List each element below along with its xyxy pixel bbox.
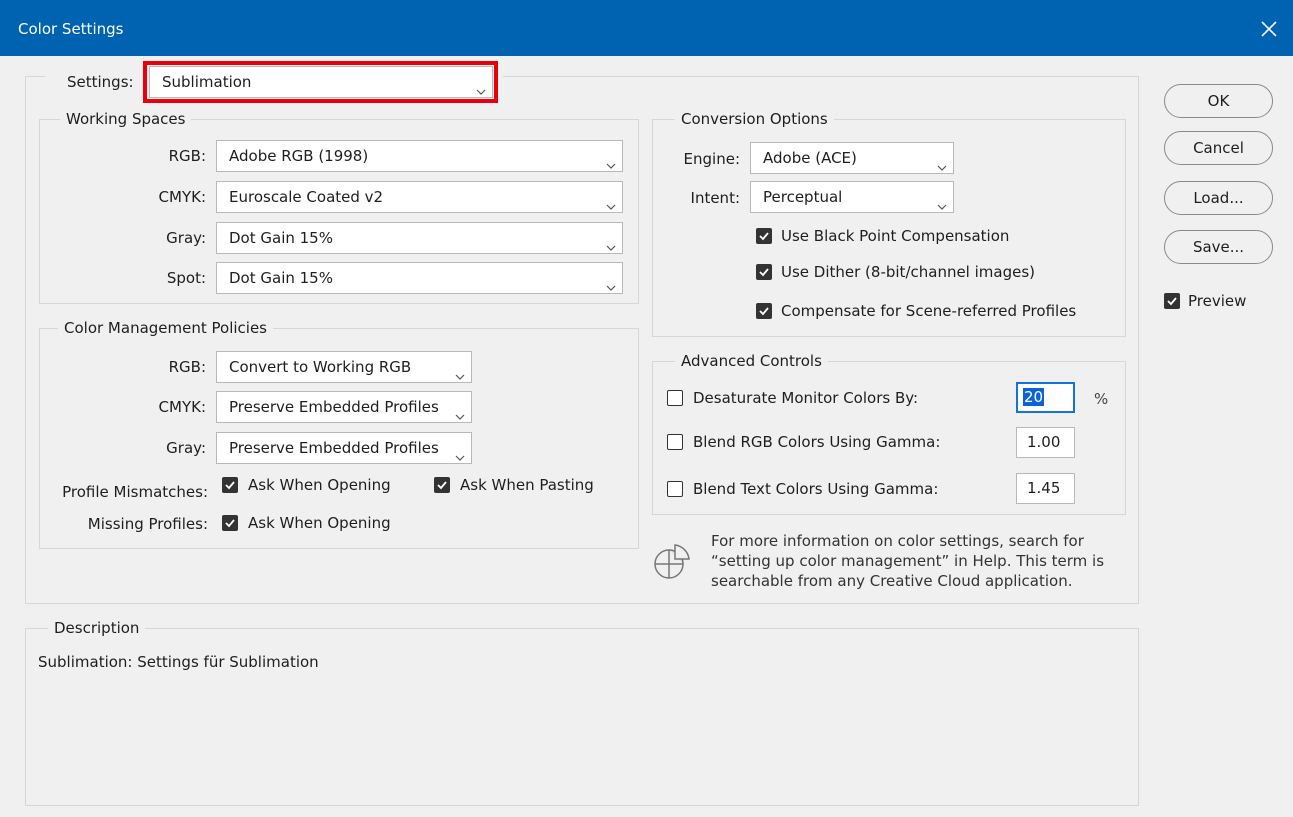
policy-cmyk-label: CMYK: [158,398,206,416]
blend-text-label: Blend Text Colors Using Gamma: [693,480,939,498]
blend-rgb-label: Blend RGB Colors Using Gamma: [693,433,941,451]
mismatch-ask-opening-label: Ask When Opening [248,476,391,494]
scene-referred-label: Compensate for Scene-referred Profiles [781,302,1077,320]
intent-label: Intent: [690,189,740,207]
load-button[interactable]: Load... [1164,181,1273,215]
ws-gray-dropdown[interactable]: Dot Gain 15% [216,222,623,254]
chevron-down-icon [455,443,465,461]
ws-cmyk-value: Euroscale Coated v2 [229,188,384,206]
engine-dropdown[interactable]: Adobe (ACE) [750,142,954,174]
preview-checkbox[interactable] [1164,293,1180,309]
ws-cmyk-label: CMYK: [158,188,206,206]
engine-label: Engine: [683,150,740,168]
policy-gray-label: Gray: [166,439,206,457]
missing-profiles-label: Missing Profiles: [87,515,208,533]
settings-label: Settings: [67,73,134,91]
intent-dropdown[interactable]: Perceptual [750,181,954,213]
chevron-down-icon [476,77,486,95]
profile-mismatches-label: Profile Mismatches: [62,483,208,501]
blend-text-checkbox[interactable] [667,481,683,497]
blend-rgb-input[interactable]: 1.00 [1016,427,1075,458]
dither-checkbox[interactable] [756,264,772,280]
ws-spot-value: Dot Gain 15% [229,269,333,287]
desaturate-unit: % [1094,390,1109,408]
chevron-down-icon [455,402,465,420]
black-point-label: Use Black Point Compensation [781,227,1010,245]
ws-rgb-value: Adobe RGB (1998) [229,147,369,165]
ok-button[interactable]: OK [1164,84,1273,118]
mismatch-ask-pasting-checkbox[interactable] [434,477,450,493]
chevron-down-icon [455,362,465,380]
intent-value: Perceptual [763,188,843,206]
policy-rgb-label: RGB: [168,358,206,376]
blend-text-input[interactable]: 1.45 [1016,473,1075,504]
blend-rgb-value: 1.00 [1027,433,1061,451]
dither-label: Use Dither (8-bit/channel images) [781,263,1036,281]
ws-spot-dropdown[interactable]: Dot Gain 15% [216,262,623,294]
save-button[interactable]: Save... [1164,230,1273,264]
missing-ask-opening-checkbox[interactable] [222,515,238,531]
cancel-button[interactable]: Cancel [1164,131,1273,165]
desaturate-input[interactable]: 20 [1016,382,1075,413]
policy-gray-dropdown[interactable]: Preserve Embedded Profiles [216,432,472,464]
ws-spot-label: Spot: [166,269,206,287]
window-title: Color Settings [18,20,124,38]
ws-gray-value: Dot Gain 15% [229,229,333,247]
ws-cmyk-dropdown[interactable]: Euroscale Coated v2 [216,181,623,213]
policy-cmyk-value: Preserve Embedded Profiles [229,398,439,416]
chevron-down-icon [606,151,616,169]
policy-cmyk-dropdown[interactable]: Preserve Embedded Profiles [216,391,472,423]
mismatch-ask-pasting-label: Ask When Pasting [460,476,594,494]
scene-referred-checkbox[interactable] [756,303,772,319]
policies-legend: Color Management Policies [58,318,273,338]
chevron-down-icon [606,233,616,251]
title-bar: Color Settings [0,0,1293,56]
desaturate-value: 20 [1023,388,1045,406]
color-settings-info-icon [651,542,691,582]
advanced-legend: Advanced Controls [675,351,828,371]
settings-dropdown[interactable]: Sublimation [149,66,493,98]
ws-gray-label: Gray: [166,229,206,247]
preview-label: Preview [1188,292,1247,310]
chevron-down-icon [937,153,947,171]
chevron-down-icon [937,192,947,210]
working-spaces-legend: Working Spaces [60,109,192,129]
ws-rgb-label: RGB: [168,147,206,165]
conversion-legend: Conversion Options [675,109,834,129]
info-text: For more information on color settings, … [711,532,1105,590]
black-point-checkbox[interactable] [756,228,772,244]
chevron-down-icon [606,192,616,210]
chevron-down-icon [606,273,616,291]
policy-rgb-dropdown[interactable]: Convert to Working RGB [216,351,472,383]
ws-rgb-dropdown[interactable]: Adobe RGB (1998) [216,140,623,172]
mismatch-ask-opening-checkbox[interactable] [222,477,238,493]
desaturate-checkbox[interactable] [667,390,683,406]
missing-ask-opening-label: Ask When Opening [248,514,391,532]
settings-value: Sublimation [162,73,252,91]
blend-text-value: 1.45 [1027,479,1061,497]
blend-rgb-checkbox[interactable] [667,434,683,450]
policy-gray-value: Preserve Embedded Profiles [229,439,439,457]
policy-rgb-value: Convert to Working RGB [229,358,412,376]
description-legend: Description [48,618,146,638]
description-text: Sublimation: Settings für Sublimation [38,653,319,671]
desaturate-label: Desaturate Monitor Colors By: [693,389,919,407]
close-icon[interactable] [1256,16,1282,42]
engine-value: Adobe (ACE) [763,149,857,167]
